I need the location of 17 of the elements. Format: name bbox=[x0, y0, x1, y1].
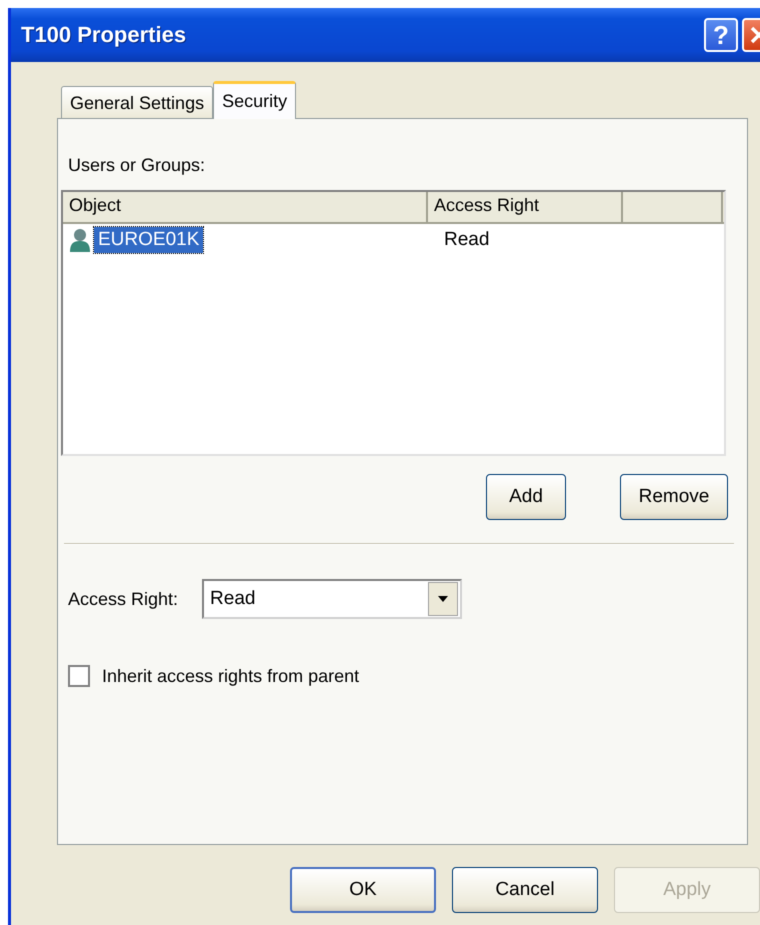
users-label: Users or Groups: bbox=[68, 155, 206, 176]
caret-icon bbox=[438, 596, 448, 602]
access-right-dropdown[interactable]: Read bbox=[202, 579, 462, 619]
checkbox[interactable] bbox=[68, 665, 90, 687]
remove-button[interactable]: Remove bbox=[620, 474, 728, 520]
tab[interactable]: Security bbox=[213, 81, 296, 119]
table-cell-text: Read bbox=[443, 229, 490, 251]
dialog-button[interactable]: OK bbox=[290, 867, 436, 913]
user-icon bbox=[69, 228, 91, 252]
help-button[interactable]: ? bbox=[704, 18, 738, 52]
tab[interactable]: General Settings bbox=[61, 86, 214, 118]
window-title: T100 Properties bbox=[21, 22, 188, 48]
dialog-button[interactable]: Cancel bbox=[452, 867, 598, 913]
checkbox-label[interactable]: Inherit access rights from parent bbox=[102, 666, 360, 686]
add-button[interactable]: Add bbox=[486, 474, 566, 520]
list-item[interactable]: EUROE01K bbox=[94, 227, 204, 253]
access-right-label: Access Right: bbox=[68, 588, 178, 610]
